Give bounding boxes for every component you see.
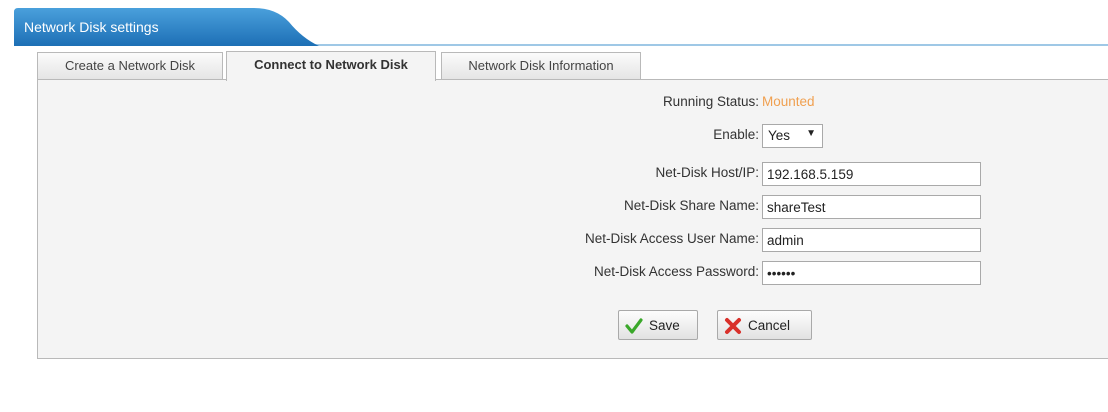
tab-connect-to-network-disk[interactable]: Connect to Network Disk [226,51,436,81]
header-bar: Network Disk settings [0,0,1108,46]
dropdown-arrow-icon: ▼ [806,128,816,139]
save-button[interactable]: Save [618,310,698,340]
enable-select-value: Yes [768,128,791,143]
running-status-row: Running Status: Mounted [38,90,1108,116]
enable-select[interactable]: Yes ▼ [762,124,823,148]
cancel-label: Cancel [748,318,791,333]
password-input[interactable] [762,261,981,285]
enable-row: Enable: Yes ▼ [38,123,1108,149]
password-row: Net-Disk Access Password: [38,260,1108,286]
save-label: Save [649,318,680,333]
running-status-value: Mounted [762,94,815,109]
checkmark-icon [625,318,643,334]
share-name-label: Net-Disk Share Name: [623,198,759,213]
x-icon [725,318,741,334]
share-name-row: Net-Disk Share Name: [38,194,1108,220]
password-label: Net-Disk Access Password: [593,264,759,279]
host-row: Net-Disk Host/IP: [38,161,1108,187]
user-name-input[interactable] [762,228,981,252]
tab-label: Network Disk Information [468,58,614,73]
settings-panel: Running Status: Mounted Enable: Yes ▼ Ne… [37,79,1108,359]
button-row: Save Cancel [38,310,1108,342]
running-status-label: Running Status: [662,94,759,109]
page-title: Network Disk settings [24,19,159,35]
tab-network-disk-information[interactable]: Network Disk Information [441,52,641,80]
host-label: Net-Disk Host/IP: [655,165,759,180]
tab-create-network-disk[interactable]: Create a Network Disk [37,52,223,80]
enable-label: Enable: [713,127,759,142]
page-title-tab: Network Disk settings [14,8,319,46]
tab-label: Connect to Network Disk [254,57,408,72]
host-input[interactable] [762,162,981,186]
tab-label: Create a Network Disk [64,58,196,73]
cancel-button[interactable]: Cancel [717,310,812,340]
share-name-input[interactable] [762,195,981,219]
user-name-row: Net-Disk Access User Name: [38,227,1108,253]
user-name-label: Net-Disk Access User Name: [584,231,759,246]
